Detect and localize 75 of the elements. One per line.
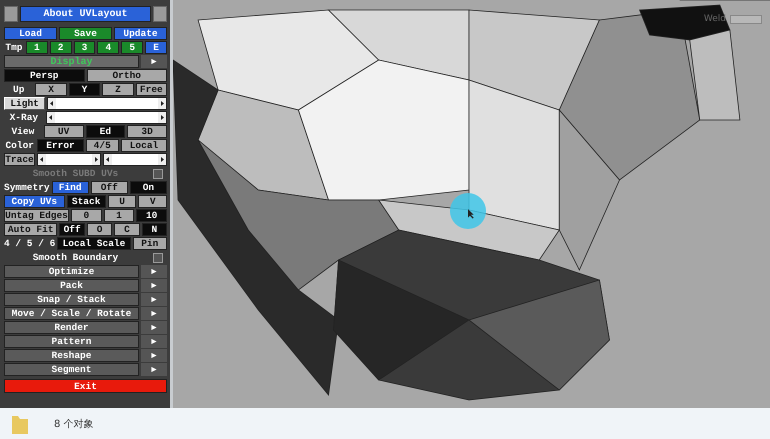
toggle-button[interactable]: 1 [104, 209, 134, 222]
row-label: Color [4, 139, 35, 152]
toggle-button[interactable]: Pin [132, 237, 167, 250]
status-text: 8 个对象 [54, 418, 94, 430]
toggle-button[interactable]: Ortho [86, 69, 167, 82]
about-button[interactable]: About UVLayout [20, 6, 151, 22]
toggle-button[interactable]: 3D [127, 125, 167, 138]
toggle-button[interactable]: Trace [4, 153, 35, 166]
checkbox-label: Smooth Boundary [32, 251, 120, 264]
toolbox-button[interactable]: E [145, 41, 168, 54]
menu-button[interactable]: Move / Scale / Rotate [4, 307, 139, 320]
toggle-button[interactable]: 0 [71, 209, 102, 222]
toggle-button[interactable]: Persp [4, 69, 84, 82]
toolbox-button[interactable]: Save [59, 27, 112, 40]
checkbox-label: Smooth SUBD UVs [32, 167, 120, 180]
toggle-button[interactable]: Error [37, 139, 84, 152]
row-label: View [10, 125, 36, 138]
menu-button[interactable]: Pack [4, 279, 139, 292]
weld-field[interactable] [730, 14, 762, 24]
toggle-button[interactable]: X [35, 83, 67, 96]
right-arrow-icon[interactable] [158, 154, 166, 165]
toolbox-button[interactable]: 4 [97, 41, 120, 54]
left-arrow-icon[interactable] [48, 98, 56, 109]
toggle-button[interactable]: Free [136, 83, 168, 96]
toolbox-button[interactable]: 3 [74, 41, 96, 54]
menu-button[interactable]: Reshape [4, 349, 139, 362]
toggle-button[interactable]: Off [59, 223, 85, 236]
toggle-button[interactable]: Off [90, 181, 128, 194]
left-arrow-icon[interactable] [38, 154, 46, 165]
toolbox-button[interactable]: 1 [26, 41, 48, 54]
toolbox-button[interactable]: Find [52, 181, 89, 194]
toggle-button[interactable]: Untag Edges [4, 209, 70, 222]
exit-button[interactable]: Exit [4, 379, 167, 393]
menu-button[interactable]: Pattern [4, 335, 139, 348]
toolbox-button[interactable]: Copy UVs [4, 195, 65, 208]
left-nub [4, 6, 18, 22]
row-label: 4 / 5 / 6 [4, 237, 56, 250]
toolbox-button[interactable]: Update [114, 27, 167, 40]
toggle-button[interactable]: C [114, 223, 140, 236]
checkbox[interactable] [153, 253, 163, 263]
toolbox-button[interactable]: 5 [121, 41, 144, 54]
toggle-button[interactable]: Y [68, 83, 100, 96]
toggle-button[interactable]: On [130, 181, 167, 194]
slider-track[interactable] [46, 111, 167, 124]
right-nub [153, 6, 167, 22]
menu-button[interactable]: Optimize [4, 265, 139, 278]
weld-label: Weld [704, 14, 726, 24]
right-arrow-icon[interactable] [158, 98, 166, 109]
menu-button[interactable]: Render [4, 321, 139, 334]
left-arrow-icon[interactable] [46, 112, 55, 123]
menu-button[interactable]: Segment [4, 363, 139, 376]
menu-button[interactable]: Snap / Stack [4, 293, 139, 306]
toolbox-button[interactable]: Light [4, 97, 46, 110]
right-arrow-icon[interactable] [158, 112, 166, 123]
toolbox-button[interactable]: Load [4, 27, 57, 40]
toggle-button[interactable]: Auto Fit [4, 223, 58, 236]
left-arrow-icon[interactable] [104, 154, 112, 165]
toggle-button[interactable]: Local [120, 139, 167, 152]
toggle-button[interactable]: Local Scale [57, 237, 131, 250]
toggle-button[interactable]: U [108, 195, 136, 208]
row-label: Symmetry [4, 181, 50, 194]
toggle-button[interactable]: Stack [66, 195, 106, 208]
toolbox-button[interactable]: 2 [50, 41, 72, 54]
row-label: Up [12, 83, 26, 96]
toggle-button[interactable]: O [86, 223, 112, 236]
toggle-button[interactable]: Ed [86, 125, 126, 138]
toggle-button[interactable]: N [142, 223, 168, 236]
row-label: Tmp [4, 41, 24, 54]
toggle-button[interactable]: Z [102, 83, 134, 96]
toggle-button[interactable]: V [138, 195, 167, 208]
toggle-button[interactable]: 4/5 [86, 139, 119, 152]
cursor-highlight-icon [449, 192, 487, 230]
row-label: X-Ray [8, 111, 40, 124]
toggle-button[interactable]: UV [44, 125, 84, 138]
toggle-button[interactable]: 10 [136, 209, 167, 222]
